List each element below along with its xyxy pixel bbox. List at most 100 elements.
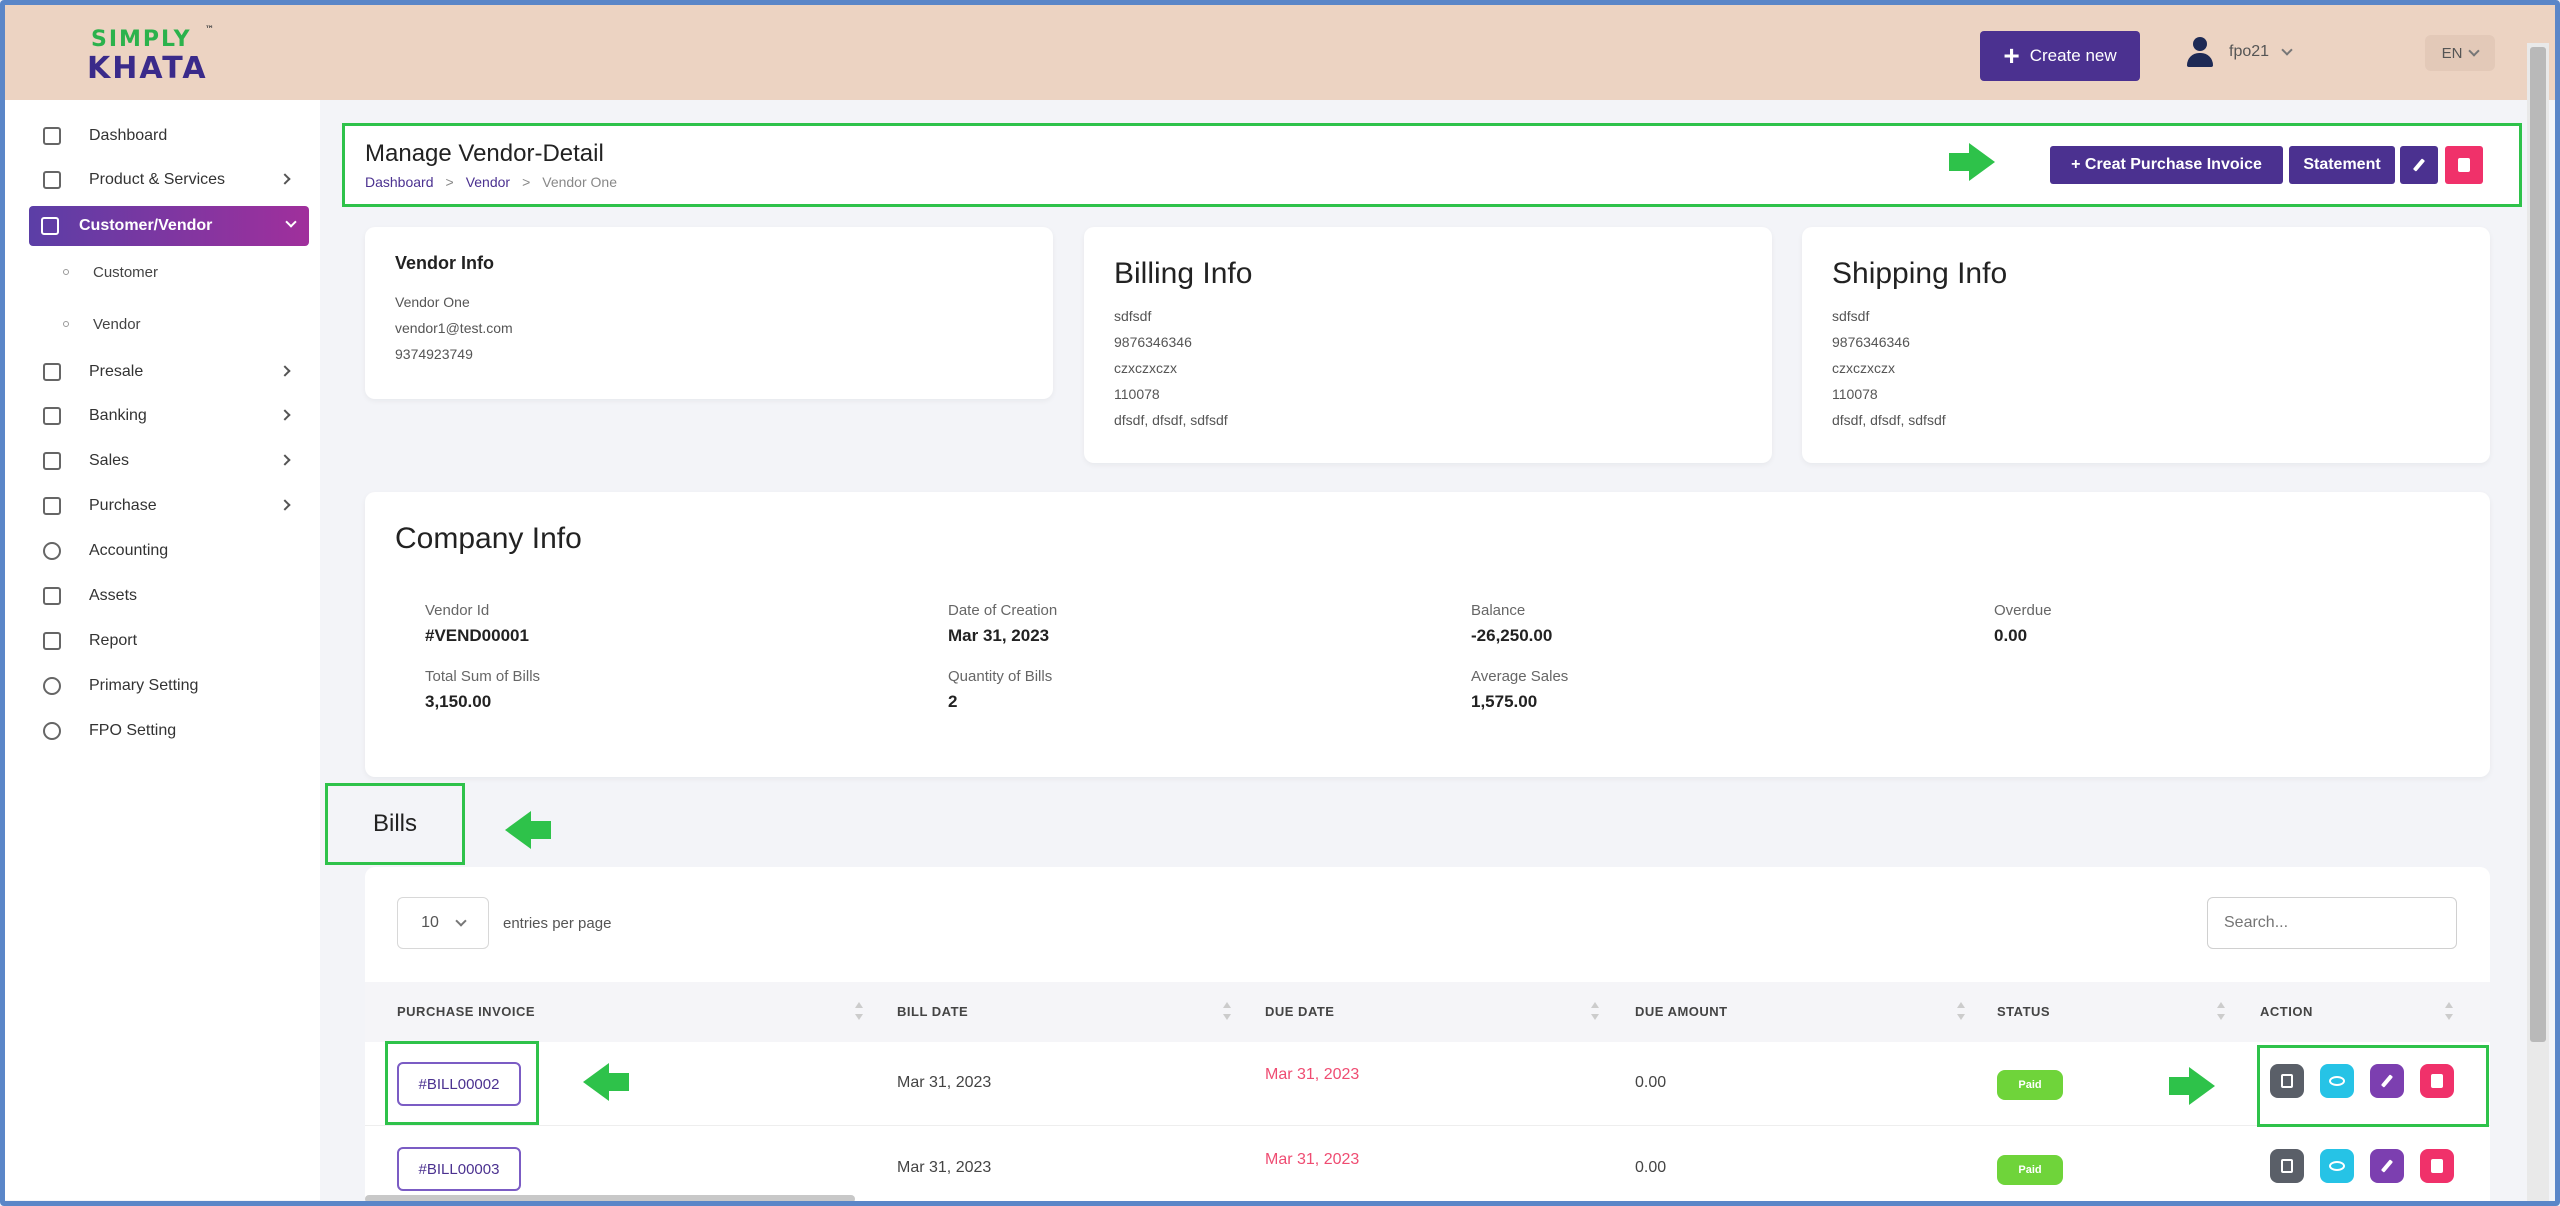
sidebar-item-accounting[interactable]: Accounting: [43, 531, 303, 571]
column-header-bill-date[interactable]: BILL DATE: [897, 1004, 968, 1019]
field-label: Total Sum of Bills: [425, 668, 541, 685]
shipping-line: 9876346346: [1832, 334, 1910, 350]
sort-icon[interactable]: [2445, 1002, 2453, 1022]
shipping-info-card: Shipping Info sdfsdf 9876346346 czxczxcz…: [1802, 227, 2490, 463]
balance-value: -26,250.00: [1471, 626, 1553, 645]
page-header: Manage Vendor-Detail Dashboard > Vendor …: [342, 123, 2522, 207]
breadcrumb-vendor[interactable]: Vendor: [466, 174, 510, 190]
language-selector[interactable]: EN: [2425, 35, 2495, 71]
create-purchase-invoice-button[interactable]: + Creat Purchase Invoice: [2050, 146, 2283, 184]
bullet-icon: [63, 269, 69, 275]
sidebar-item-sales[interactable]: Sales: [43, 441, 303, 481]
sidebar-item-primary-setting[interactable]: Primary Setting: [43, 666, 303, 706]
sidebar-subitem-vendor[interactable]: Vendor: [63, 306, 141, 342]
sidebar-subitem-label: Vendor: [93, 315, 141, 333]
field-label: Average Sales: [1471, 668, 1569, 685]
due-amount-cell: 0.00: [1635, 1159, 1667, 1176]
view-button[interactable]: [2320, 1149, 2354, 1183]
shipping-info-lines: sdfsdf 9876346346 czxczxczx 110078 dfsdf…: [1832, 303, 1946, 433]
shipping-info-heading: Shipping Info: [1832, 257, 2008, 290]
breadcrumb-current: Vendor One: [542, 174, 617, 190]
vendor-info-card: Vendor Info Vendor One vendor1@test.com …: [365, 227, 1053, 399]
due-date-cell: Mar 31, 2023: [1265, 1066, 1360, 1083]
sort-icon[interactable]: [855, 1002, 863, 1022]
cart-icon: [43, 171, 61, 189]
vertical-scrollbar[interactable]: [2527, 43, 2549, 1201]
chevron-right-icon: [279, 454, 291, 466]
chart-icon: [43, 632, 61, 650]
copy-icon: [2281, 1159, 2293, 1173]
sidebar-item-fpo-setting[interactable]: FPO Setting: [43, 711, 303, 751]
status-badge: Paid: [1997, 1155, 2063, 1185]
sidebar-item-product-services[interactable]: Product & Services: [43, 160, 303, 200]
chevron-right-icon: [279, 173, 291, 185]
app-logo[interactable]: SIMPLY ™ KHATA: [87, 25, 217, 86]
page-size-select[interactable]: 10: [397, 897, 489, 949]
logo-text-bottom: KHATA: [87, 51, 208, 86]
trash-icon: [2431, 1159, 2443, 1173]
field-label: Quantity of Bills: [948, 668, 1053, 685]
logo-trademark: ™: [205, 25, 214, 35]
vendor-info-heading: Vendor Info: [395, 253, 494, 273]
sidebar-item-report[interactable]: Report: [43, 621, 303, 661]
sidebar-item-customer-vendor[interactable]: Customer/Vendor: [29, 206, 309, 246]
delete-button[interactable]: [2420, 1149, 2454, 1183]
bullet-icon: [63, 321, 69, 327]
sort-icon[interactable]: [1957, 1002, 1965, 1022]
sidebar-item-banking[interactable]: Banking: [43, 396, 303, 436]
shipping-line: 110078: [1832, 386, 1878, 402]
sidebar-item-dashboard[interactable]: Dashboard: [43, 116, 303, 156]
sidebar-item-purchase[interactable]: Purchase: [43, 486, 303, 526]
column-header-due-date[interactable]: DUE DATE: [1265, 1004, 1334, 1019]
sidebar-item-label: Accounting: [89, 542, 169, 559]
user-menu[interactable]: fpo21: [2185, 35, 2293, 69]
pencil-icon: [2380, 1159, 2394, 1173]
globe-icon: [43, 542, 61, 560]
date-of-creation-value: Mar 31, 2023: [948, 626, 1050, 645]
column-header-status[interactable]: STATUS: [1997, 1004, 2050, 1019]
chevron-down-icon: [2468, 45, 2481, 57]
eye-icon: [2329, 1161, 2345, 1171]
annotation-highlight-box: [385, 1041, 539, 1125]
box-icon: [43, 587, 61, 605]
shipping-line: sdfsdf: [1832, 308, 1870, 324]
sidebar-item-assets[interactable]: Assets: [43, 576, 303, 616]
column-header-due-amount[interactable]: DUE AMOUNT: [1635, 1004, 1728, 1019]
statement-button[interactable]: Statement: [2289, 146, 2395, 184]
create-new-button[interactable]: + Create new: [1980, 31, 2140, 81]
table-header: PURCHASE INVOICE BILL DATE DUE DATE DUE …: [365, 982, 2490, 1042]
search-input[interactable]: [2207, 897, 2457, 949]
sidebar-item-presale[interactable]: Presale: [43, 352, 303, 392]
overdue-value: 0.00: [1994, 626, 2028, 645]
status-badge: Paid: [1997, 1070, 2063, 1100]
vendor-phone: 9374923749: [395, 346, 473, 362]
billing-line: 9876346346: [1114, 334, 1192, 350]
shipping-line: czxczxczx: [1832, 360, 1895, 376]
breadcrumb-dashboard[interactable]: Dashboard: [365, 174, 434, 190]
entries-per-page-label: entries per page: [503, 915, 612, 932]
gear-icon: [43, 677, 61, 695]
column-header-purchase-invoice[interactable]: PURCHASE INVOICE: [397, 1004, 535, 1019]
copy-button[interactable]: [2270, 1149, 2304, 1183]
sort-icon[interactable]: [1591, 1002, 1599, 1022]
scrollbar-thumb[interactable]: [2530, 47, 2546, 1042]
chevron-down-icon: [2281, 44, 2293, 56]
sort-icon[interactable]: [1223, 1002, 1231, 1022]
sidebar-item-label: Sales: [89, 452, 130, 469]
vendor-id-value: #VEND00001: [425, 626, 529, 645]
invoice-link[interactable]: #BILL00003: [397, 1147, 521, 1191]
delete-vendor-button[interactable]: [2445, 146, 2483, 184]
billing-info-card: Billing Info sdfsdf 9876346346 czxczxczx…: [1084, 227, 1772, 463]
home-icon: [43, 127, 61, 145]
edit-vendor-button[interactable]: [2400, 146, 2438, 184]
sidebar-item-label: Customer/Vendor: [79, 217, 213, 234]
edit-button[interactable]: [2370, 1149, 2404, 1183]
sidebar-subitem-customer[interactable]: Customer: [63, 254, 158, 290]
breadcrumb-separator: >: [522, 174, 531, 190]
shipping-line: dfsdf, dfsdf, sdfsdf: [1832, 412, 1946, 428]
sidebar-item-label: Product & Services: [89, 171, 226, 188]
store-icon: [43, 363, 61, 381]
horizontal-scrollbar[interactable]: [365, 1195, 855, 1201]
sort-icon[interactable]: [2217, 1002, 2225, 1022]
total-sum-of-bills-value: 3,150.00: [425, 692, 492, 711]
